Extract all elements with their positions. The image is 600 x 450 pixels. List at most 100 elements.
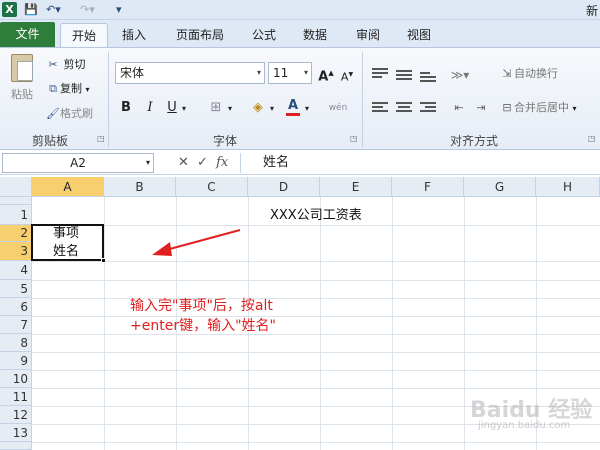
borders-dropdown-icon[interactable]: ▾ bbox=[226, 99, 234, 119]
tab-formulas[interactable]: 公式 bbox=[242, 23, 286, 47]
baidu-watermark-url: jingyan.baidu.com bbox=[478, 420, 571, 431]
merge-center-button[interactable]: ⊟ 合并后居中 ▾ bbox=[500, 99, 576, 117]
row-header-1[interactable]: 1 bbox=[0, 205, 32, 225]
grid-line bbox=[104, 197, 105, 450]
tab-insert[interactable]: 插入 bbox=[112, 23, 156, 47]
font-name-select[interactable]: 宋体 ▾ bbox=[115, 62, 265, 84]
column-header-e[interactable]: E bbox=[320, 177, 392, 197]
save-icon[interactable]: 💾 bbox=[24, 3, 38, 17]
grid-line bbox=[464, 197, 465, 450]
font-size-value: 11 bbox=[273, 66, 289, 80]
column-header-d[interactable]: D bbox=[248, 177, 320, 197]
fill-color-icon[interactable]: ◈ bbox=[250, 98, 266, 118]
row-header-8[interactable]: 8 bbox=[0, 334, 32, 352]
font-launcher-icon[interactable]: ◳ bbox=[350, 134, 358, 143]
grid-line bbox=[32, 442, 600, 443]
select-all-corner[interactable] bbox=[0, 177, 32, 197]
clipboard-group-label: 剪贴板 bbox=[31, 134, 68, 148]
tab-page-layout[interactable]: 页面布局 bbox=[166, 23, 234, 47]
tab-data[interactable]: 数据 bbox=[292, 23, 338, 47]
merge-icon: ⊟ bbox=[502, 101, 512, 114]
grid-line bbox=[392, 197, 393, 450]
row-header-13[interactable]: 13 bbox=[0, 424, 32, 442]
wrap-text-button[interactable]: ⇲ 自动换行 bbox=[500, 65, 558, 83]
formula-input[interactable]: 姓名 bbox=[240, 153, 598, 173]
font-group-label: 字体 bbox=[212, 134, 237, 148]
decrease-indent-icon[interactable]: ⇤ bbox=[450, 98, 468, 118]
format-painter-button[interactable]: 🖌格式刷 bbox=[46, 105, 93, 123]
name-box-value: A2 bbox=[70, 156, 86, 170]
align-middle-icon[interactable] bbox=[396, 70, 412, 84]
row-header-11[interactable]: 11 bbox=[0, 388, 32, 406]
copy-icon: ⧉ bbox=[49, 82, 57, 95]
column-header-b[interactable]: B bbox=[104, 177, 176, 197]
column-header-h[interactable]: H bbox=[536, 177, 600, 197]
grid-line bbox=[32, 225, 600, 226]
align-left-icon[interactable] bbox=[372, 102, 388, 116]
italic-button[interactable]: I bbox=[142, 98, 158, 118]
underline-dropdown-icon[interactable]: ▾ bbox=[180, 99, 188, 119]
grow-font-icon[interactable]: A▲ bbox=[318, 63, 334, 84]
wrap-text-label: 自动换行 bbox=[514, 67, 558, 80]
orientation-icon[interactable]: ≫▾ bbox=[450, 65, 470, 85]
cancel-icon[interactable]: ✕ bbox=[178, 155, 189, 170]
clipboard-launcher-icon[interactable]: ◳ bbox=[97, 134, 105, 143]
cut-label: 剪切 bbox=[63, 58, 86, 71]
align-bottom-icon[interactable] bbox=[420, 72, 436, 86]
row-header-4[interactable]: 4 bbox=[0, 261, 32, 280]
row-header-12[interactable]: 12 bbox=[0, 406, 32, 424]
formula-bar: A2 ▾ ✕ ✓ fx 姓名 bbox=[0, 151, 600, 175]
borders-icon[interactable]: ⊞ bbox=[208, 98, 224, 118]
row-header-5[interactable]: 5 bbox=[0, 280, 32, 298]
align-top-icon[interactable] bbox=[372, 68, 388, 82]
increase-indent-icon[interactable]: ⇥ bbox=[472, 98, 490, 118]
column-header-c[interactable]: C bbox=[176, 177, 248, 197]
tab-home[interactable]: 开始 bbox=[60, 23, 108, 47]
font-size-select[interactable]: 11 ▾ bbox=[268, 62, 312, 84]
paste-button[interactable]: 粘贴 bbox=[6, 54, 38, 114]
fill-dropdown-icon[interactable]: ▾ bbox=[268, 99, 276, 119]
annotation-text: 输入完"事项"后，按alt +enter键，输入"姓名" bbox=[130, 296, 330, 336]
tab-review[interactable]: 审阅 bbox=[345, 23, 391, 47]
formula-buttons: ✕ ✓ fx bbox=[162, 153, 234, 173]
row-header-14[interactable] bbox=[0, 442, 32, 450]
bold-button[interactable]: B bbox=[118, 98, 134, 118]
row-header-10[interactable]: 10 bbox=[0, 370, 32, 388]
excel-icon[interactable]: X bbox=[2, 2, 17, 17]
phonetic-guide-icon[interactable]: wén bbox=[326, 98, 350, 118]
row-header-9[interactable]: 9 bbox=[0, 352, 32, 370]
ribbon-home: 粘贴 ✂ 剪切 ⧉ 复制 ▾ 🖌格式刷 剪贴板 ◳ 宋体 ▾ 11 ▾ A▲ A▼ B… bbox=[0, 47, 600, 150]
column-header-a[interactable]: A bbox=[32, 177, 104, 197]
quick-access-toolbar: X 💾 ↶▾ ↷▾ ▾ 新 bbox=[0, 0, 600, 20]
row-header-6[interactable]: 6 bbox=[0, 298, 32, 316]
column-header-f[interactable]: F bbox=[392, 177, 464, 197]
row-header-2[interactable]: 2 bbox=[0, 225, 32, 242]
grid-line bbox=[32, 280, 600, 281]
enter-icon[interactable]: ✓ bbox=[197, 155, 208, 170]
row-header-3[interactable]: 3 bbox=[0, 242, 32, 261]
cut-button[interactable]: ✂ 剪切 bbox=[46, 56, 86, 74]
cell-d1[interactable]: XXX公司工资表 bbox=[270, 208, 362, 224]
font-color-dropdown-icon[interactable]: ▾ bbox=[303, 99, 311, 119]
customize-qat-icon[interactable]: ▾ bbox=[116, 3, 122, 17]
row-header-7[interactable]: 7 bbox=[0, 316, 32, 334]
align-center-icon[interactable] bbox=[396, 102, 412, 116]
column-header-g[interactable]: G bbox=[464, 177, 536, 197]
annotation-arrow bbox=[152, 229, 241, 256]
tab-file[interactable]: 文件 bbox=[0, 22, 55, 47]
insert-function-icon[interactable]: fx bbox=[216, 155, 228, 170]
alignment-launcher-icon[interactable]: ◳ bbox=[588, 134, 596, 143]
row-header-gap bbox=[0, 197, 32, 205]
redo-icon[interactable]: ↷▾ bbox=[80, 3, 95, 17]
separator bbox=[108, 52, 109, 147]
fill-handle[interactable] bbox=[101, 258, 106, 263]
name-box[interactable]: A2 ▾ bbox=[2, 153, 154, 173]
undo-icon[interactable]: ↶▾ bbox=[46, 3, 61, 17]
align-right-icon[interactable] bbox=[420, 102, 436, 116]
underline-button[interactable]: U bbox=[164, 98, 180, 118]
shrink-font-icon[interactable]: A▼ bbox=[340, 65, 354, 85]
copy-button[interactable]: ⧉ 复制 ▾ bbox=[46, 80, 89, 98]
merge-label: 合并后居中 bbox=[514, 101, 569, 114]
tab-view[interactable]: 视图 bbox=[396, 23, 442, 47]
brush-icon: 🖌 bbox=[46, 107, 60, 120]
